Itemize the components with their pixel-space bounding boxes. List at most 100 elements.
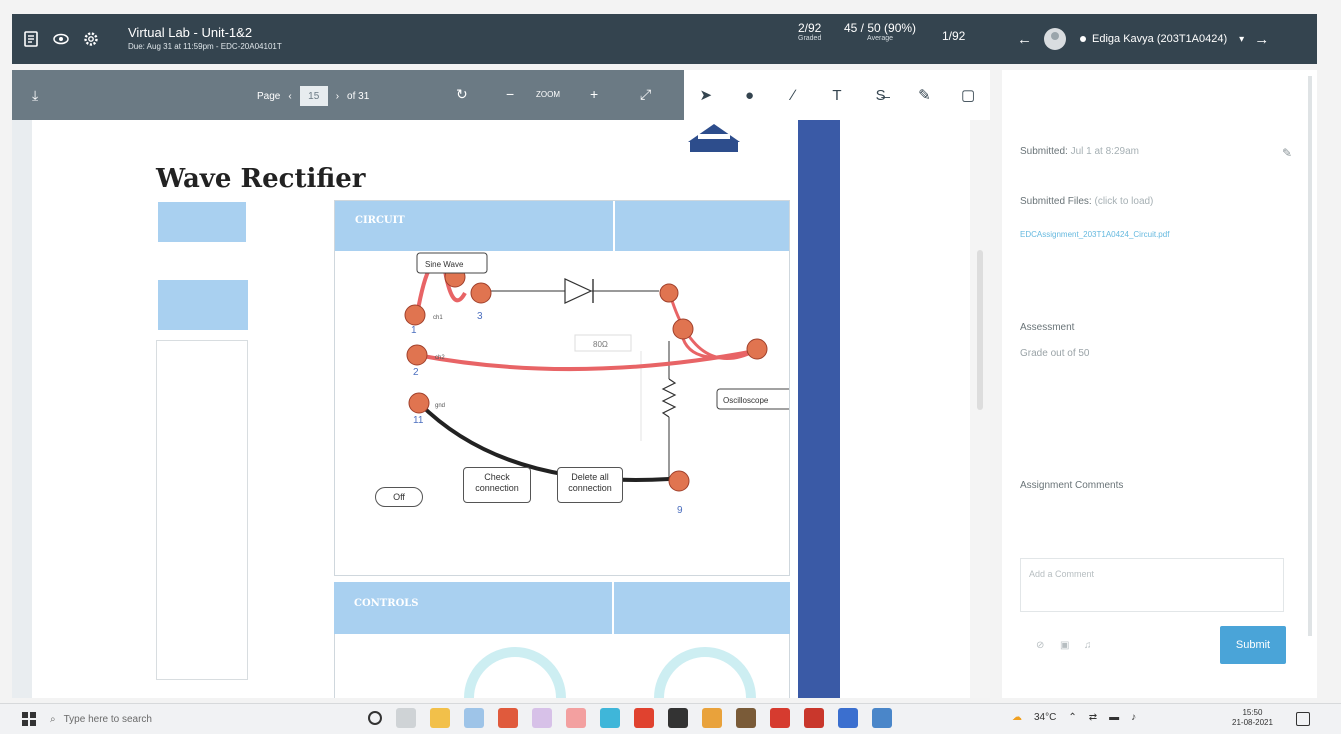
files-label: Submitted Files: bbox=[1020, 196, 1092, 207]
ground-wire bbox=[417, 401, 670, 483]
page-input[interactable]: 15 bbox=[299, 86, 328, 106]
media-icon[interactable]: ▣ bbox=[1060, 640, 1069, 651]
graded-label: Graded bbox=[798, 34, 822, 42]
submitted-files: Submitted Files: (click to load) bbox=[1020, 196, 1153, 207]
check-connection-button[interactable]: Check connection bbox=[463, 467, 531, 503]
circuit-header: CIRCUIT bbox=[335, 201, 789, 251]
control-knobs[interactable] bbox=[335, 634, 789, 698]
office-icon[interactable] bbox=[634, 708, 654, 728]
chevron-down-icon[interactable]: ▾ bbox=[1239, 34, 1244, 45]
assessment-label: Assessment bbox=[1020, 322, 1075, 333]
notification-icon[interactable] bbox=[1296, 712, 1310, 726]
delete-all-button[interactable]: Delete all connection bbox=[557, 467, 623, 503]
strikeout-tool-icon[interactable]: S̶ bbox=[869, 87, 893, 104]
next-page-icon[interactable]: › bbox=[336, 91, 339, 102]
annotation-tools: ➤ ● ∕ T S̶ ✎ ▢ bbox=[684, 70, 990, 120]
area-tool-icon[interactable]: ▢ bbox=[956, 86, 980, 104]
download-icon[interactable]: ⤓ bbox=[32, 87, 38, 104]
oscilloscope-label: Oscilloscope bbox=[723, 396, 769, 405]
node-label: 2 bbox=[413, 367, 419, 378]
controls-header: CONTROLS bbox=[334, 582, 790, 634]
microphone-icon[interactable]: ♫ bbox=[1084, 640, 1092, 651]
student-selector[interactable]: ← Ediga Kavya (203T1A0424) ▾ → bbox=[1017, 14, 1269, 64]
attach-icon[interactable]: ⊘ bbox=[1036, 640, 1044, 651]
edge-icon[interactable] bbox=[600, 708, 620, 728]
off-button[interactable]: Off bbox=[375, 487, 423, 507]
circuit-diagram[interactable]: 80Ω 1 2 3 11 9 ch1 ch2 gnd Sine Wave Osc… bbox=[335, 251, 789, 575]
terminal-node[interactable] bbox=[404, 304, 426, 326]
student-position: 1/92 bbox=[942, 30, 965, 43]
weather-icon[interactable]: ☁ bbox=[1012, 712, 1022, 723]
terminal-node[interactable] bbox=[470, 282, 492, 304]
submit-button[interactable]: Submit bbox=[1220, 626, 1286, 664]
rotate-icon[interactable]: ↻ bbox=[456, 86, 468, 103]
left-header-block-2 bbox=[158, 280, 248, 330]
next-student-icon[interactable]: → bbox=[1254, 31, 1269, 48]
resistor-symbol bbox=[661, 378, 677, 418]
eye-icon[interactable] bbox=[50, 28, 72, 50]
comment-input[interactable]: Add a Comment bbox=[1020, 558, 1284, 612]
header-divider bbox=[613, 201, 615, 251]
app-icon[interactable] bbox=[532, 708, 552, 728]
student-name[interactable]: Ediga Kavya (203T1A0424) bbox=[1092, 33, 1227, 45]
draw-tool-icon[interactable]: ✎ bbox=[912, 86, 936, 104]
zoom-in-icon[interactable]: + bbox=[590, 86, 598, 102]
document-scrollbar[interactable] bbox=[970, 120, 990, 698]
submitted-info: Submitted: Jul 1 at 8:29am bbox=[1020, 146, 1139, 157]
terminal-node[interactable] bbox=[746, 338, 768, 360]
knob-arc[interactable] bbox=[464, 647, 566, 698]
assignment-title[interactable]: Virtual Lab - Unit-1&2 bbox=[128, 25, 282, 40]
submitted-file-link[interactable]: EDCAssignment_203T1A0424_Circuit.pdf bbox=[1020, 230, 1169, 239]
graded-count: 2/92 Graded bbox=[798, 22, 821, 42]
mail-icon[interactable] bbox=[464, 708, 484, 728]
top-header: Virtual Lab - Unit-1&2 Due: Aug 31 at 11… bbox=[12, 14, 1317, 64]
terminal-node[interactable] bbox=[406, 344, 428, 366]
task-view-icon[interactable] bbox=[396, 708, 416, 728]
cortana-icon[interactable] bbox=[368, 711, 382, 725]
edit-icon[interactable]: ✎ bbox=[1282, 146, 1292, 160]
previous-student-icon[interactable]: ← bbox=[1017, 31, 1032, 48]
average-value: 45 / 50 (90%) bbox=[844, 21, 917, 35]
knob-arc[interactable] bbox=[654, 647, 756, 698]
volume-icon[interactable]: ♪ bbox=[1131, 712, 1136, 723]
previous-page-icon[interactable]: ‹ bbox=[288, 91, 291, 102]
gear-icon[interactable] bbox=[80, 28, 102, 50]
terminal-node[interactable] bbox=[668, 470, 690, 492]
battery-icon[interactable]: ▬ bbox=[1109, 712, 1119, 723]
fullscreen-icon[interactable]: ⤢ bbox=[640, 86, 651, 103]
sidebar-scrollbar[interactable] bbox=[1308, 76, 1312, 636]
clock-time: 15:50 bbox=[1242, 708, 1263, 717]
word-icon[interactable] bbox=[838, 708, 858, 728]
file-explorer-icon[interactable] bbox=[430, 708, 450, 728]
terminal-node[interactable] bbox=[672, 318, 694, 340]
app-icon[interactable] bbox=[804, 708, 824, 728]
terminal-node[interactable] bbox=[408, 392, 430, 414]
submitted-value: Jul 1 at 8:29am bbox=[1070, 146, 1139, 157]
highlight-tool-icon[interactable]: ∕ bbox=[781, 87, 805, 104]
windows-start-icon[interactable] bbox=[22, 712, 36, 726]
app-icon[interactable] bbox=[668, 708, 688, 728]
app-icon[interactable] bbox=[566, 708, 586, 728]
terminal-node[interactable] bbox=[659, 283, 679, 303]
point-annotation-icon[interactable]: ● bbox=[738, 87, 762, 104]
powerpoint-icon[interactable] bbox=[770, 708, 790, 728]
menu-icon[interactable] bbox=[20, 28, 42, 50]
taskbar-search[interactable]: ⌕ Type here to search bbox=[50, 708, 260, 730]
viewer-gutter bbox=[12, 120, 32, 698]
circuit-panel: CIRCUIT 80Ω 1 2 3 11 9 ch1 ch2 gnd Sine … bbox=[334, 200, 790, 576]
chevron-up-icon[interactable]: ⌃ bbox=[1068, 712, 1076, 723]
network-icon[interactable]: ⇄ bbox=[1089, 712, 1097, 723]
app-icon[interactable] bbox=[498, 708, 518, 728]
taskbar-clock[interactable]: 15:50 21-08-2021 bbox=[1232, 708, 1273, 729]
text-tool-icon[interactable]: T bbox=[825, 87, 849, 104]
app-icon[interactable] bbox=[872, 708, 892, 728]
app-icon[interactable] bbox=[736, 708, 756, 728]
terminal-label: gnd bbox=[435, 403, 445, 409]
chrome-icon[interactable] bbox=[702, 708, 722, 728]
zoom-out-icon[interactable]: − bbox=[506, 86, 514, 102]
university-logo bbox=[688, 124, 740, 152]
scrollbar-thumb[interactable] bbox=[977, 250, 983, 410]
pointer-tool-icon[interactable]: ➤ bbox=[694, 86, 718, 104]
average-label: Average bbox=[867, 34, 893, 42]
temperature[interactable]: 34°C bbox=[1034, 712, 1056, 723]
